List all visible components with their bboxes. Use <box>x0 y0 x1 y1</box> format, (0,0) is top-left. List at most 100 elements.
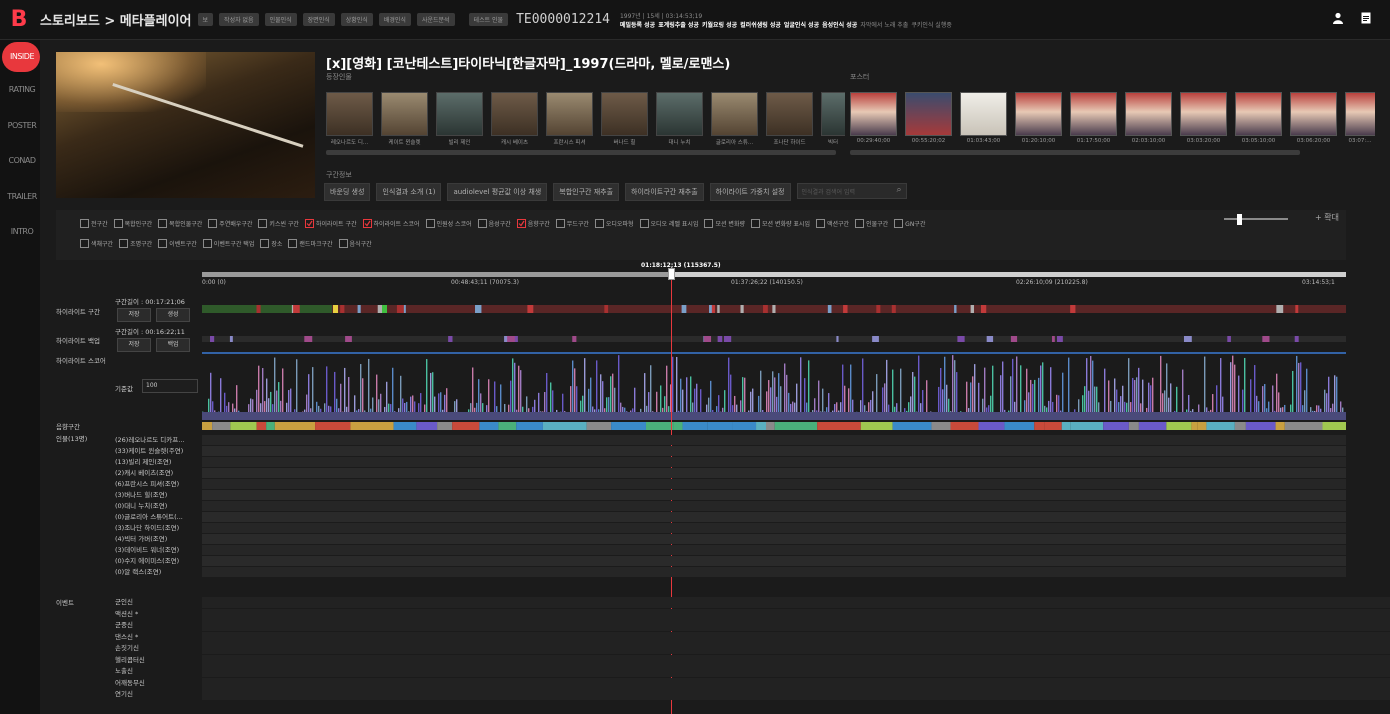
poster-card[interactable]: 01:03:43;00 <box>960 92 1007 144</box>
filter-checkbox[interactable]: 랜드마크구간 <box>288 239 333 248</box>
cast-card[interactable]: 버나드 힐 <box>601 92 648 146</box>
checkbox-icon[interactable] <box>202 239 212 248</box>
filter-checkbox[interactable]: 모션 변화량 표시임 <box>751 219 810 228</box>
person-label[interactable]: (26)레오나르도 디카프... <box>115 434 199 444</box>
event-label[interactable]: 댄스신 * <box>115 631 199 641</box>
event-label[interactable]: 헬리콥터신 <box>115 654 199 664</box>
poster-card[interactable]: 03:05:10;00 <box>1235 92 1282 144</box>
filter-checkbox[interactable]: 음향구간 <box>516 219 550 228</box>
top-button-2[interactable]: 인물인식 <box>264 13 297 26</box>
person-lane[interactable] <box>202 457 1346 467</box>
cast-card[interactable]: 캐시 베이츠 <box>491 92 538 146</box>
person-lane[interactable] <box>202 479 1346 489</box>
person-lane[interactable] <box>202 490 1346 500</box>
checkbox-icon[interactable] <box>258 219 268 228</box>
person-label[interactable]: (3)버나드 힐(조연) <box>115 489 199 499</box>
checkbox-icon[interactable] <box>594 219 604 228</box>
event-lane[interactable] <box>202 620 1390 631</box>
filter-checkbox[interactable]: 조명구간 <box>119 239 152 248</box>
filter-checkbox[interactable]: 이벤트구간 택업 <box>202 239 254 248</box>
user-icon[interactable] <box>1332 12 1344 24</box>
event-label[interactable]: 군인신 <box>115 596 199 606</box>
poster-card[interactable]: 00:55:20;02 <box>905 92 952 144</box>
checkbox-icon[interactable] <box>516 219 526 228</box>
person-label[interactable]: (0)글로리아 스튜어트(... <box>115 511 199 521</box>
checkbox-icon[interactable] <box>477 219 487 228</box>
person-label[interactable]: (4)빅터 가버(조연) <box>115 533 199 543</box>
app-logo[interactable]: B <box>4 5 34 35</box>
checkbox-icon[interactable] <box>894 219 904 228</box>
cast-card[interactable]: 프란시스 피셔 <box>546 92 593 146</box>
person-lane[interactable] <box>202 468 1346 478</box>
person-lane[interactable] <box>202 501 1346 511</box>
filter-checkbox[interactable]: 색채구간 <box>80 239 113 248</box>
top-button-1[interactable]: 작성자 없음 <box>219 13 259 26</box>
filter-checkbox[interactable]: 이벤트구간 <box>158 239 197 248</box>
document-icon[interactable] <box>1360 12 1372 24</box>
section-button[interactable]: 하이라이트 가중치 설정 <box>709 183 791 201</box>
section-button[interactable]: 하이라이트구간 재추출 <box>625 183 704 201</box>
nav-inside[interactable]: INSIDE <box>0 52 44 61</box>
event-label[interactable]: 연기신 <box>115 688 199 698</box>
checkbox-icon[interactable] <box>751 219 760 228</box>
checkbox-icon[interactable] <box>855 219 865 228</box>
event-label[interactable]: 노출신 <box>115 665 199 675</box>
top-button-4[interactable]: 상황인식 <box>340 13 373 26</box>
zoom-in-label[interactable]: + 확대 <box>1315 212 1339 223</box>
cast-card[interactable]: 조나단 하이드 <box>766 92 813 146</box>
person-label[interactable]: (33)케이트 윈슬렛(주연) <box>115 445 199 455</box>
checkbox-icon[interactable] <box>639 219 649 228</box>
nav-rating[interactable]: RATING <box>0 85 44 94</box>
top-button-0[interactable]: 보 <box>197 13 214 26</box>
filter-checkbox[interactable]: 모션 변화량 <box>704 219 745 228</box>
person-lane[interactable] <box>202 512 1346 522</box>
person-label[interactable]: (6)프란시스 피셔(조연) <box>115 478 199 488</box>
search-icon[interactable]: ⌕ <box>896 185 901 195</box>
filter-checkbox[interactable]: 인물구간 <box>855 219 888 228</box>
event-lane[interactable] <box>202 631 1390 643</box>
test-person-button[interactable]: 테스트 인물 <box>468 13 509 26</box>
cast-card[interactable]: 글로리아 스튜... <box>711 92 758 146</box>
event-lane[interactable] <box>202 689 1390 700</box>
person-lane[interactable] <box>202 534 1346 544</box>
filter-checkbox[interactable]: 하이라이트 스코어 <box>362 219 420 228</box>
poster-card[interactable]: 03:07:... <box>1345 92 1375 144</box>
poster-card[interactable]: 03:06:20;00 <box>1290 92 1337 144</box>
filter-checkbox[interactable]: 인원성 스코어 <box>425 219 472 228</box>
checkbox-icon[interactable] <box>260 239 270 248</box>
event-label[interactable]: 군중신 <box>115 619 199 629</box>
person-label[interactable]: (3)데이비드 워너(조연) <box>115 544 199 554</box>
poster-scrollbar[interactable] <box>850 150 1300 155</box>
event-label[interactable]: 어깨동무신 <box>115 677 199 687</box>
cast-card[interactable]: 빅터 <box>821 92 845 144</box>
checkbox-icon[interactable] <box>704 219 714 228</box>
top-button-6[interactable]: 사운드분석 <box>416 13 455 26</box>
checkbox-icon[interactable] <box>288 239 298 248</box>
checkbox-icon[interactable] <box>304 219 314 228</box>
person-label[interactable]: (13)빌리 제인(조연) <box>115 456 199 466</box>
person-label[interactable]: (0)대니 누치(조연) <box>115 500 199 510</box>
checkbox-icon[interactable] <box>815 219 825 228</box>
filter-checkbox[interactable]: 장소 <box>260 239 282 248</box>
person-label[interactable]: (2)캐시 베이츠(조연) <box>115 467 199 477</box>
person-lane[interactable] <box>202 545 1346 555</box>
filter-checkbox[interactable]: 액션구간 <box>815 219 849 228</box>
filter-checkbox[interactable]: 음식구간 <box>338 239 372 248</box>
checkbox-icon[interactable] <box>80 219 89 228</box>
filter-checkbox[interactable]: 오디오 레벨 표시임 <box>639 219 698 228</box>
zoom-slider[interactable] <box>1224 218 1288 220</box>
person-lane[interactable] <box>202 446 1346 456</box>
checkbox-icon[interactable] <box>119 239 129 248</box>
section-button[interactable]: 복합인구간 재추출 <box>553 183 620 201</box>
filter-checkbox[interactable]: GN구간 <box>894 219 925 228</box>
person-label[interactable]: (3)조나단 하이드(조연) <box>115 522 199 532</box>
event-lane[interactable] <box>202 666 1390 677</box>
top-button-5[interactable]: 배경인식 <box>378 13 411 26</box>
filter-checkbox[interactable]: 복합인구간 <box>113 219 152 228</box>
cast-scrollbar[interactable] <box>326 150 836 155</box>
checkbox-icon[interactable] <box>158 219 168 228</box>
top-button-3[interactable]: 장면인식 <box>302 13 335 26</box>
event-label[interactable]: 손짓기신 <box>115 642 199 652</box>
checkbox-icon[interactable] <box>208 219 218 228</box>
filter-checkbox[interactable]: 주연배우구간 <box>208 219 252 228</box>
